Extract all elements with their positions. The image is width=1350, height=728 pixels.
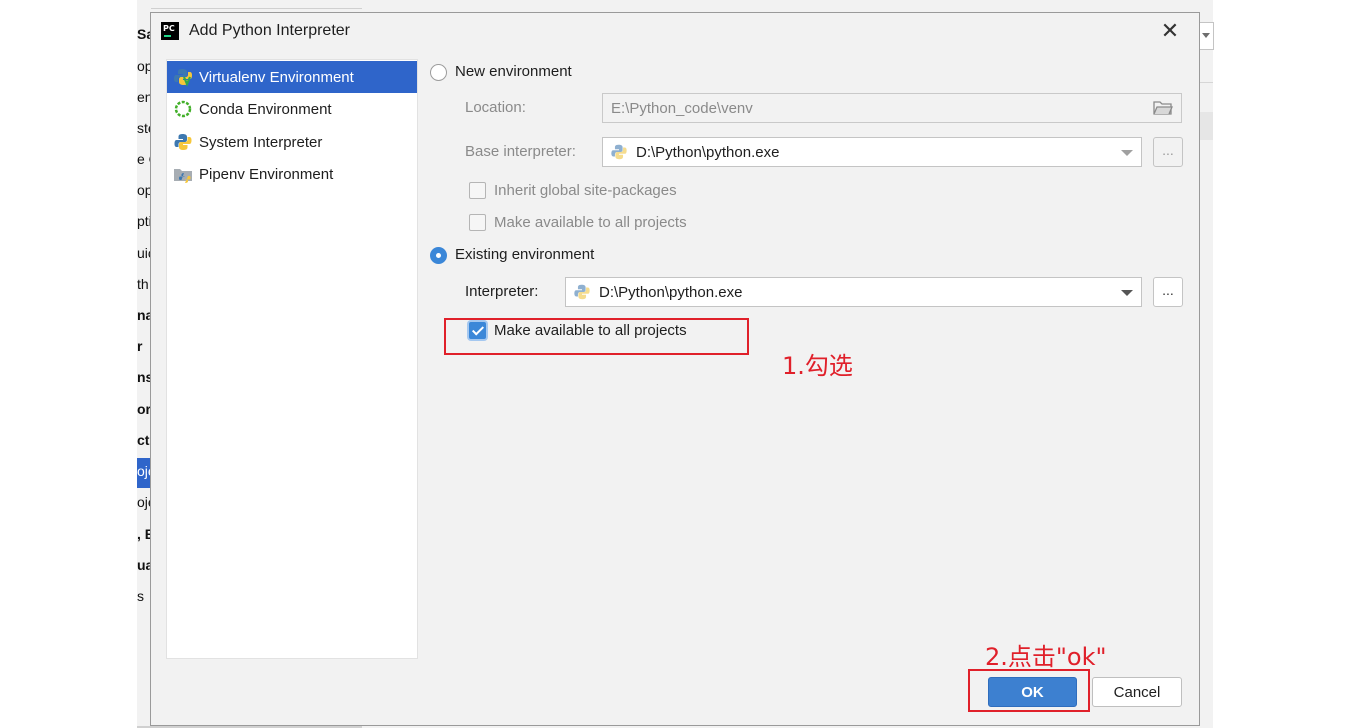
background-right-panel [1200, 0, 1214, 728]
background-tree-item: ua [137, 557, 151, 573]
conda-icon [174, 100, 192, 118]
background-divider [1200, 82, 1213, 83]
background-tree-item: ns [137, 369, 151, 385]
background-combo [1200, 22, 1214, 50]
base-interpreter-label: Base interpreter: [465, 143, 576, 160]
background-toolbar [137, 0, 362, 9]
env-item-pipenv[interactable]: Pipenv Environment [167, 158, 417, 190]
dialog-title: Add Python Interpreter [189, 22, 350, 39]
background-tree-item: or [137, 401, 151, 417]
background-tree-item: s [137, 588, 144, 604]
env-item-label: Conda Environment [199, 100, 332, 118]
env-item-system-interpreter[interactable]: System Interpreter [167, 126, 417, 158]
background-tree-item: uic [137, 245, 151, 261]
chevron-down-icon [1121, 290, 1133, 296]
background-settings-tree: Sa op en ste e C op pti uic th na r ns or ct oje oje , E… [137, 0, 151, 728]
background-tree-item: op [137, 182, 151, 198]
folder-icon[interactable] [1153, 100, 1173, 116]
interpreter-value: D:\Python\python.exe [599, 283, 743, 301]
new-env-make-available-label: Make available to all projects [494, 214, 687, 231]
environment-type-list: Virtualenv Environment Conda Environment… [166, 59, 418, 659]
python-icon [174, 134, 192, 150]
env-item-virtualenv[interactable]: Virtualenv Environment [167, 61, 417, 93]
background-tree-item: oje [137, 463, 151, 479]
background-tree-item: ste [137, 120, 151, 136]
background-tree-item: na [137, 307, 151, 323]
background-tree-item: pti [137, 213, 151, 229]
existing-environment-label: Existing environment [455, 246, 595, 263]
background-tree-item: r [137, 338, 143, 354]
background-tree-item: ct [137, 432, 150, 448]
background-tree-item: en [137, 89, 151, 105]
inherit-site-packages-label: Inherit global site-packages [494, 182, 677, 199]
python-icon [611, 144, 627, 160]
env-item-label: Virtualenv Environment [199, 68, 354, 86]
background-tree-item: th [137, 276, 149, 292]
base-interpreter-browse-button[interactable]: ... [1153, 137, 1183, 167]
base-interpreter-value: D:\Python\python.exe [636, 143, 780, 161]
interpreter-combo[interactable]: D:\Python\python.exe [565, 277, 1142, 307]
env-item-conda[interactable]: Conda Environment [167, 93, 417, 125]
location-field[interactable]: E:\Python_code\venv [602, 93, 1182, 123]
background-tree-item: oje [137, 494, 151, 510]
pipenv-icon [174, 169, 192, 183]
interpreter-label: Interpreter: [465, 283, 539, 300]
location-value: E:\Python_code\venv [611, 99, 753, 117]
background-tree-item: op [137, 58, 151, 74]
interpreter-browse-button[interactable]: ... [1153, 277, 1183, 307]
dialog-titlebar: PC Add Python Interpreter ✕ [151, 13, 1199, 51]
close-button[interactable]: ✕ [1159, 20, 1181, 42]
base-interpreter-combo[interactable]: D:\Python\python.exe [602, 137, 1142, 167]
env-item-label: Pipenv Environment [199, 165, 334, 183]
annotation-highlight-ok [968, 669, 1090, 712]
python-icon [574, 284, 590, 300]
add-python-interpreter-dialog: PC Add Python Interpreter ✕ Virtualenv E… [150, 12, 1200, 726]
env-item-label: System Interpreter [199, 133, 323, 151]
inherit-site-packages-checkbox[interactable] [469, 182, 486, 199]
new-environment-radio[interactable] [430, 64, 447, 81]
virtualenv-icon [174, 69, 192, 87]
pycharm-app-icon: PC [161, 22, 179, 40]
annotation-step1: 1.勾选 [782, 352, 853, 380]
background-tree-item: Sa [137, 26, 151, 42]
location-label: Location: [465, 99, 526, 116]
background-tree-item: e C [137, 151, 151, 167]
new-env-make-available-checkbox[interactable] [469, 214, 486, 231]
background-tree-item: , E [137, 526, 151, 542]
new-environment-label: New environment [455, 63, 572, 80]
existing-environment-radio[interactable] [430, 247, 447, 264]
background-row [1200, 112, 1213, 140]
cancel-button[interactable]: Cancel [1092, 677, 1182, 707]
annotation-highlight-checkbox [444, 318, 749, 355]
annotation-step2: 2.点击"ok" [985, 643, 1107, 671]
chevron-down-icon [1121, 150, 1133, 156]
